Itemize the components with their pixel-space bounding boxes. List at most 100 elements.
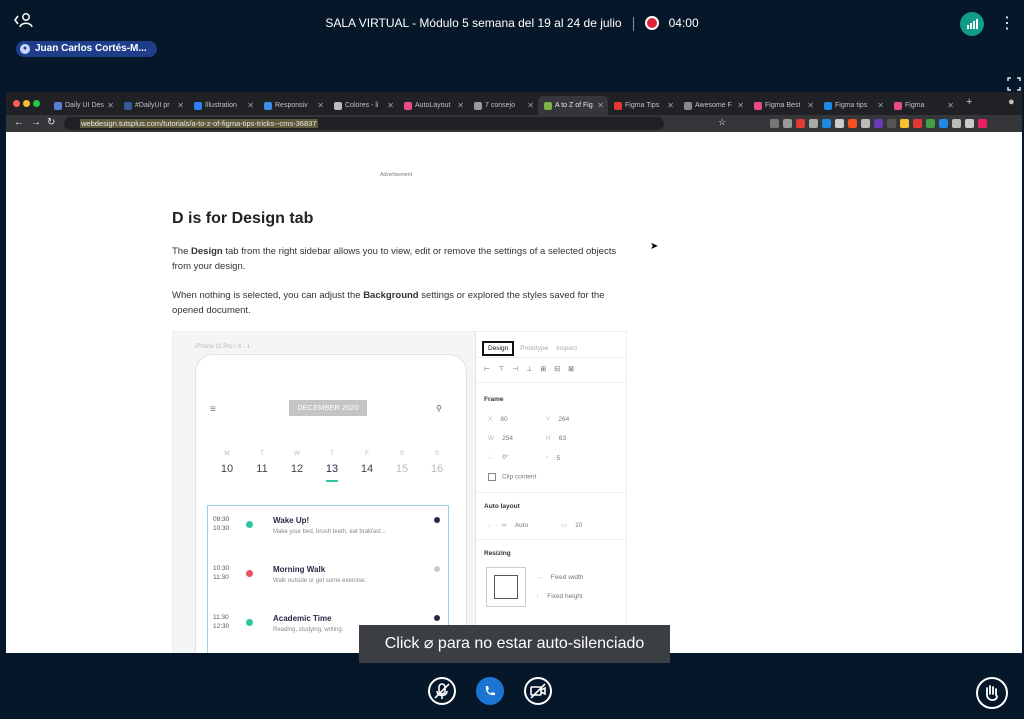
extension-icon[interactable] [952, 119, 961, 128]
search-icon: ⚲ [436, 404, 442, 413]
clip-content-option: Clip content [488, 473, 536, 481]
close-tab-icon[interactable]: ✕ [457, 101, 464, 110]
extension-icon[interactable] [887, 119, 896, 128]
recording-timer: 04:00 [668, 16, 699, 30]
divider [476, 382, 626, 383]
extension-icon[interactable] [978, 119, 987, 128]
tab-favicon-icon [54, 101, 62, 110]
close-tab-icon[interactable]: ✕ [247, 101, 254, 110]
close-tab-icon[interactable]: ✕ [947, 101, 954, 110]
fixed-height-label: Fixed height [547, 593, 583, 600]
tab-label: Figma [905, 102, 925, 109]
tab-favicon-icon [334, 101, 342, 110]
extension-icon[interactable] [796, 119, 805, 128]
browser-toolbar: ← → ↻ webdesign.tutsplus.com/tutorials/a… [6, 115, 1022, 132]
record-icon[interactable] [645, 15, 660, 30]
close-tab-icon[interactable]: ✕ [387, 101, 394, 110]
camera-toggle-button[interactable] [524, 677, 552, 705]
browser-tab[interactable]: 7 consejo ✕ [468, 96, 538, 115]
browser-tab[interactable]: A to Z of Fig ✕ [538, 96, 608, 115]
mute-toggle-button[interactable] [428, 677, 456, 705]
profile-icon[interactable]: ● [1008, 96, 1015, 108]
h-label: H [546, 435, 551, 442]
tab-label: AutoLayout [415, 102, 451, 109]
extension-icon[interactable] [809, 119, 818, 128]
browser-tab[interactable]: AutoLayout ✕ [398, 96, 468, 115]
close-tab-icon[interactable]: ✕ [807, 101, 814, 110]
extension-icon[interactable] [939, 119, 948, 128]
close-tab-icon[interactable]: ✕ [527, 101, 534, 110]
minimize-window-icon[interactable] [23, 100, 30, 107]
reload-icon[interactable]: ↻ [47, 117, 55, 128]
event-item: 09:30 10:30 Wake Up! Make your bed, brush t… [208, 509, 448, 549]
extension-icon[interactable] [965, 119, 974, 128]
close-tab-icon[interactable]: ✕ [317, 101, 324, 110]
close-tab-icon[interactable]: ✕ [107, 101, 114, 110]
day-number: 15 [395, 463, 409, 475]
extension-icon[interactable] [913, 119, 922, 128]
extension-icon[interactable] [783, 119, 792, 128]
extension-icon[interactable] [861, 119, 870, 128]
close-tab-icon[interactable]: ✕ [667, 101, 674, 110]
event-title: Academic Time [273, 614, 332, 623]
mouse-cursor-icon: ➤ [650, 241, 659, 252]
align-icons: ⊢⊤⊣⊥⊞⊟⊠ [484, 366, 582, 373]
extension-icon[interactable] [770, 119, 779, 128]
rotation-value: 0° [502, 454, 509, 461]
browser-tab[interactable]: #DailyUI pr ✕ [118, 96, 188, 115]
extension-icon[interactable] [900, 119, 909, 128]
forward-arrow-icon[interactable]: → [31, 117, 41, 128]
address-bar[interactable]: webdesign.tutsplus.com/tutorials/a-to-z-… [64, 117, 664, 130]
close-tab-icon[interactable]: ✕ [737, 101, 744, 110]
browser-tab[interactable]: Daily UI Des ✕ [48, 96, 118, 115]
browser-tab[interactable]: Colores - li ✕ [328, 96, 398, 115]
close-tab-icon[interactable]: ✕ [177, 101, 184, 110]
spacing-value: 10 [575, 522, 583, 529]
new-tab-button[interactable]: + [966, 96, 972, 108]
close-tab-icon[interactable]: ✕ [877, 101, 884, 110]
fixed-height-prop: ↕ Fixed height [536, 593, 583, 600]
maximize-window-icon[interactable] [33, 100, 40, 107]
browser-tab[interactable]: Responsiv ✕ [258, 96, 328, 115]
divider [476, 492, 626, 493]
browser-tab[interactable]: Figma Best ✕ [748, 96, 818, 115]
rotation-icon: ∟ [488, 454, 495, 461]
meeting-header: SALA VIRTUAL - Módulo 5 semana del 19 al… [0, 0, 1024, 92]
event-time: 09:30 10:30 [213, 515, 229, 533]
browser-tab[interactable]: Figma Tips ✕ [608, 96, 678, 115]
extension-icon[interactable] [874, 119, 883, 128]
tab-label: A to Z of Fig [555, 102, 593, 109]
meeting-controls [0, 653, 1024, 719]
browser-tab[interactable]: Figma tips ✕ [818, 96, 888, 115]
extension-icon[interactable] [822, 119, 831, 128]
close-tab-icon[interactable]: ✕ [597, 101, 604, 110]
back-arrow-icon[interactable]: ← [14, 117, 24, 128]
fullscreen-icon[interactable] [1007, 77, 1021, 91]
extension-icon[interactable] [848, 119, 857, 128]
text: When nothing is selected, you can adjust… [172, 290, 364, 301]
tab-favicon-icon [474, 101, 482, 110]
bookmark-star-icon[interactable]: ☆ [718, 117, 726, 128]
browser-tab[interactable]: Figma ✕ [888, 96, 958, 115]
day-number: 12 [290, 463, 304, 475]
tab-inspect: Inspect [556, 345, 578, 352]
raise-hand-button[interactable] [976, 677, 1008, 709]
presenter-badge[interactable]: ● Juan Carlos Cortés-M... [16, 41, 157, 57]
audio-call-button[interactable] [476, 677, 504, 705]
browser-tab[interactable]: Awesome F ✕ [678, 96, 748, 115]
day-number: 16 [430, 463, 444, 475]
mic-off-icon: ⌀ [423, 635, 434, 652]
design-panel: Design Prototype Inspect ⊢⊤⊣⊥⊞⊟⊠ Frame X 80… [475, 332, 626, 653]
divider [476, 539, 626, 540]
extension-icon[interactable] [835, 119, 844, 128]
connection-status-button[interactable] [960, 12, 984, 36]
close-window-icon[interactable] [13, 100, 20, 107]
hamburger-icon: ≡ [210, 404, 216, 415]
extension-icon[interactable] [926, 119, 935, 128]
options-menu-icon[interactable]: ⋮ [999, 14, 1015, 34]
browser-tab[interactable]: Illustration ✕ [188, 96, 258, 115]
event-options-icon [434, 566, 440, 572]
toast-text-start: Click [384, 635, 420, 652]
calendar-day: T 11 [252, 450, 272, 475]
divider [632, 16, 634, 31]
